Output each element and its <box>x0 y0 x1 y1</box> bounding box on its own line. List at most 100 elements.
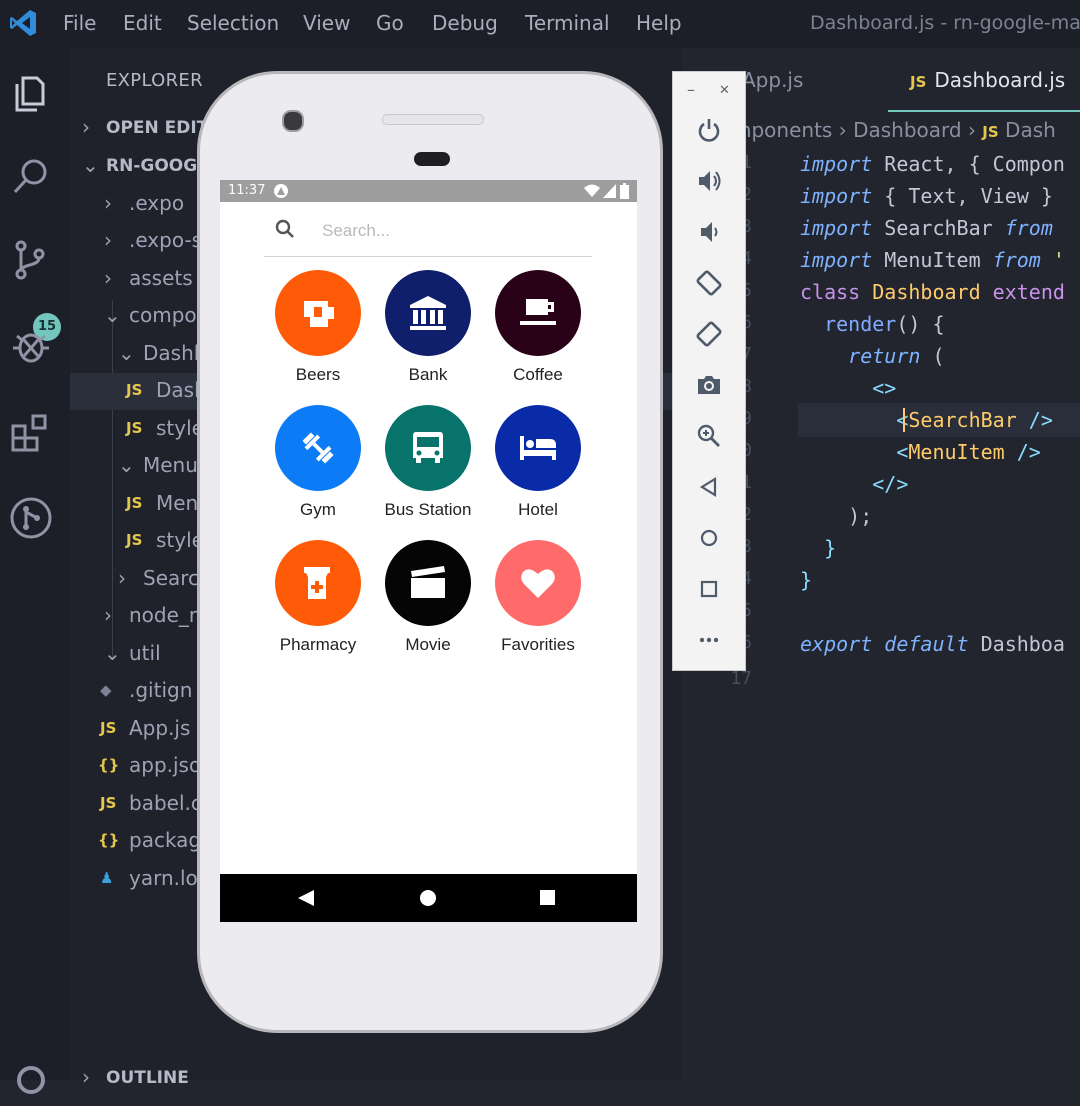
menu-item-circle <box>385 270 471 356</box>
tree-item-label: Menu <box>143 453 198 477</box>
volume-down-icon[interactable] <box>695 218 723 246</box>
js-file-icon: JS <box>910 73 927 91</box>
menu-item-beers[interactable]: Beers <box>263 270 373 400</box>
json-file-icon: {} <box>98 756 120 774</box>
power-icon[interactable] <box>695 116 723 144</box>
menu-help[interactable]: Help <box>636 11 682 35</box>
js-file-icon: JS <box>126 419 143 437</box>
chevron-down-icon: ⌄ <box>118 341 135 365</box>
chevron-down-icon: ⌄ <box>104 303 121 327</box>
js-file-icon: JS <box>126 494 143 512</box>
dumbbell-icon <box>302 432 334 464</box>
menu-terminal[interactable]: Terminal <box>525 11 610 35</box>
tree-item-label: babel.c <box>129 791 202 815</box>
code-line: ); <box>800 504 873 528</box>
extensions-icon[interactable] <box>9 410 53 454</box>
chevron-right-icon: › <box>104 266 112 290</box>
section-label: RN-GOOG <box>106 156 198 176</box>
menu-item-hotel[interactable]: Hotel <box>483 405 593 535</box>
line-number: 17 <box>730 668 752 689</box>
source-control-icon[interactable] <box>9 238 53 282</box>
code-line: </> <box>800 472 909 496</box>
search-icon[interactable] <box>9 154 53 198</box>
settings-gear-icon[interactable] <box>9 1058 53 1102</box>
battery-icon <box>620 183 629 199</box>
chevron-right-icon: › <box>82 1065 90 1089</box>
code-line: <SearchBar /> <box>800 408 1053 432</box>
camera-icon[interactable] <box>695 371 723 399</box>
menu-item-pharmacy[interactable]: Pharmacy <box>263 540 373 670</box>
menu-item-circle <box>275 405 361 491</box>
git-graph-icon[interactable] <box>9 496 53 540</box>
chevron-right-icon: › <box>118 566 126 590</box>
menu-go[interactable]: Go <box>376 11 404 35</box>
code-line: } <box>800 568 813 592</box>
home-icon[interactable] <box>695 524 723 552</box>
js-file-icon: JS <box>126 531 143 549</box>
code-line: } <box>800 536 837 560</box>
minimize-button[interactable]: – <box>687 80 695 99</box>
hotel-icon <box>520 436 556 460</box>
nav-back-icon[interactable] <box>298 890 314 906</box>
vscode-logo-icon <box>10 10 36 36</box>
search-icon <box>275 219 294 238</box>
tree-item-label: .gitign <box>129 678 193 702</box>
rotate-right-icon[interactable] <box>695 320 723 348</box>
menu-item-coffee[interactable]: Coffee <box>483 270 593 400</box>
search-input[interactable] <box>320 218 574 244</box>
more-icon[interactable] <box>695 626 723 654</box>
menu-item-bank[interactable]: Bank <box>373 270 483 400</box>
menu-item-circle <box>495 540 581 626</box>
emulator-toolbar: – ✕ <box>672 71 746 671</box>
phone-screen[interactable]: 11:37 Beers Bank Coffee Gym <box>220 180 637 922</box>
menu-item-circle <box>385 540 471 626</box>
menu-item-label: Hotel <box>518 500 558 519</box>
menu-debug[interactable]: Debug <box>432 11 498 35</box>
breadcrumb-separator: › <box>967 118 976 142</box>
tab-label: Dashboard.js <box>934 68 1066 92</box>
breadcrumb-item[interactable]: Dashboard <box>853 118 962 142</box>
overview-icon[interactable] <box>695 575 723 603</box>
menu-item-circle <box>495 270 581 356</box>
tab-dashboard-js[interactable]: JS Dashboard.js <box>888 68 1080 112</box>
search-bar[interactable] <box>264 206 592 257</box>
explorer-icon[interactable] <box>9 70 53 114</box>
menu-selection[interactable]: Selection <box>187 11 279 35</box>
back-icon[interactable] <box>695 473 723 501</box>
chevron-down-icon: ⌄ <box>82 153 99 177</box>
front-camera <box>282 110 304 132</box>
activity-bar: 15 <box>0 48 70 1094</box>
nav-home-icon[interactable] <box>420 890 436 906</box>
code-line: export default Dashboa <box>800 632 1065 656</box>
outline-section[interactable]: › OUTLINE <box>70 1060 682 1097</box>
rotate-left-icon[interactable] <box>695 269 723 297</box>
chevron-right-icon: › <box>104 228 112 252</box>
nav-overview-icon[interactable] <box>540 890 555 905</box>
android-status-bar: 11:37 <box>220 180 637 202</box>
breadcrumb-item[interactable]: Dash <box>1005 118 1056 142</box>
menu-view[interactable]: View <box>303 11 350 35</box>
breadcrumb-item[interactable]: mponents <box>732 118 832 142</box>
menu-item-gym[interactable]: Gym <box>263 405 373 535</box>
chevron-down-icon: ⌄ <box>104 641 121 665</box>
menu-edit[interactable]: Edit <box>123 11 162 35</box>
menu-item-bus-station[interactable]: Bus Station <box>373 405 483 535</box>
status-time: 11:37 <box>228 183 266 198</box>
menu-file[interactable]: File <box>63 11 96 35</box>
menu-item-favorities[interactable]: Favorities <box>483 540 593 670</box>
bus-icon <box>413 432 443 463</box>
menu-item-circle <box>275 270 361 356</box>
breadcrumb[interactable]: mponents › Dashboard › JS Dash <box>732 118 1056 142</box>
debug-icon[interactable] <box>9 324 53 368</box>
chevron-right-icon: › <box>82 115 90 139</box>
section-label: OPEN EDIT <box>106 118 209 138</box>
tree-item-label: Men <box>156 491 199 515</box>
volume-up-icon[interactable] <box>695 167 723 195</box>
zoom-icon[interactable] <box>695 422 723 450</box>
text-cursor <box>903 408 905 432</box>
code-line: class Dashboard extend <box>800 280 1065 304</box>
tree-item-label: packag <box>129 828 202 852</box>
title-bar: File Edit Selection View Go Debug Termin… <box>0 0 1080 48</box>
menu-item-movie[interactable]: Movie <box>373 540 483 670</box>
close-button[interactable]: ✕ <box>719 83 730 98</box>
